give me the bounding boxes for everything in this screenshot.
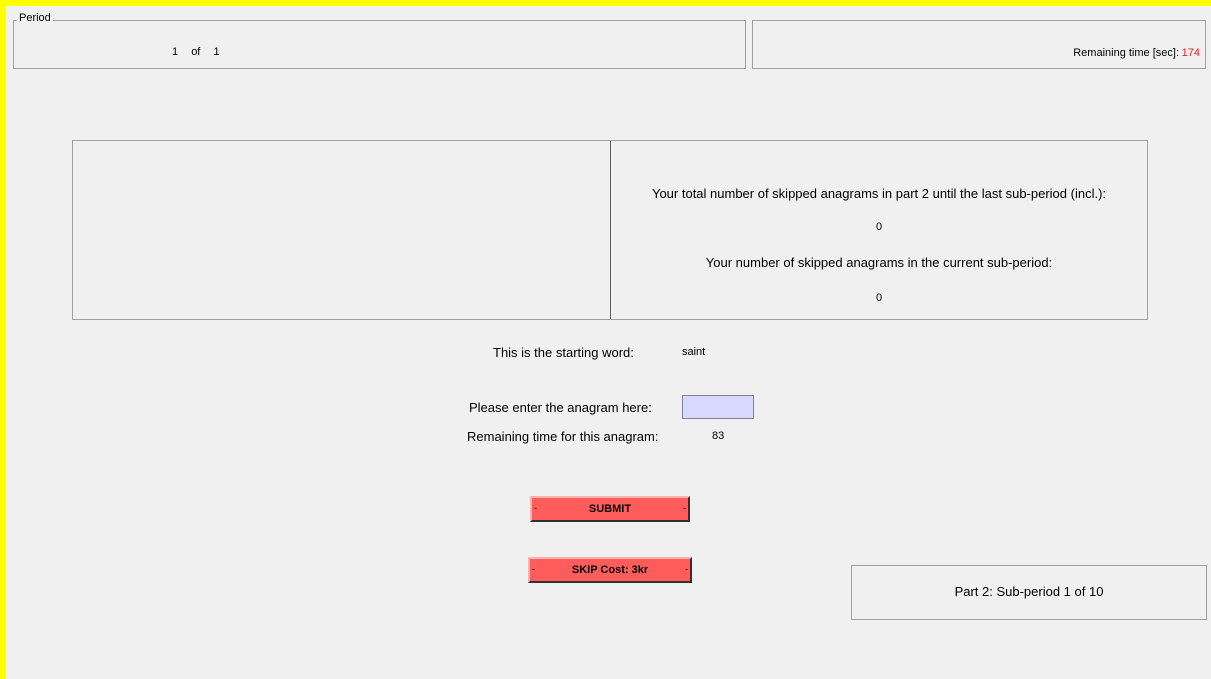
remaining-time-value: 174 bbox=[1181, 47, 1200, 59]
submit-dash-right: - bbox=[683, 503, 686, 513]
starting-word-value: saint bbox=[682, 346, 706, 358]
anagram-input[interactable] bbox=[682, 395, 754, 419]
skip-info-right: Your total number of skipped anagrams in… bbox=[611, 141, 1147, 319]
period-of-label: of bbox=[191, 46, 201, 58]
period-legend: Period bbox=[17, 12, 53, 24]
timer-panel: Remaining time [sec]: 174 bbox=[752, 20, 1206, 69]
anagram-prompt-label: Please enter the anagram here: bbox=[469, 400, 652, 415]
current-skipped-value: 0 bbox=[875, 292, 883, 304]
submit-label: SUBMIT bbox=[588, 503, 632, 515]
period-total: 1 bbox=[213, 46, 220, 58]
period-current: 1 bbox=[172, 46, 179, 58]
submit-dash-left: - bbox=[534, 503, 537, 513]
anagram-time-label: Remaining time for this anagram: bbox=[467, 429, 659, 444]
submit-button[interactable]: - SUBMIT - bbox=[530, 496, 690, 522]
remaining-time-label: Remaining time [sec]: bbox=[1073, 47, 1179, 59]
part-label: Part 2: Sub-period 1 of 10 bbox=[954, 584, 1104, 599]
total-skipped-value: 0 bbox=[875, 221, 883, 233]
anagram-time-value: 83 bbox=[712, 430, 725, 442]
part-panel: Part 2: Sub-period 1 of 10 bbox=[851, 565, 1207, 620]
total-skipped-label: Your total number of skipped anagrams in… bbox=[651, 186, 1107, 201]
period-panel: Period 1 of 1 bbox=[13, 12, 746, 69]
skip-info-panel: Your total number of skipped anagrams in… bbox=[72, 140, 1148, 320]
skip-label: SKIP Cost: 3kr bbox=[571, 564, 649, 576]
starting-word-label: This is the starting word: bbox=[493, 345, 634, 360]
skip-dash-left: - bbox=[532, 564, 535, 574]
experiment-screen: Period 1 of 1 Remaining time [sec]: 174 … bbox=[6, 6, 1211, 679]
skip-button[interactable]: - SKIP Cost: 3kr - bbox=[528, 557, 692, 583]
current-skipped-label: Your number of skipped anagrams in the c… bbox=[705, 255, 1053, 270]
skip-dash-right: - bbox=[685, 564, 688, 574]
period-counter: 1 of 1 bbox=[172, 46, 220, 58]
